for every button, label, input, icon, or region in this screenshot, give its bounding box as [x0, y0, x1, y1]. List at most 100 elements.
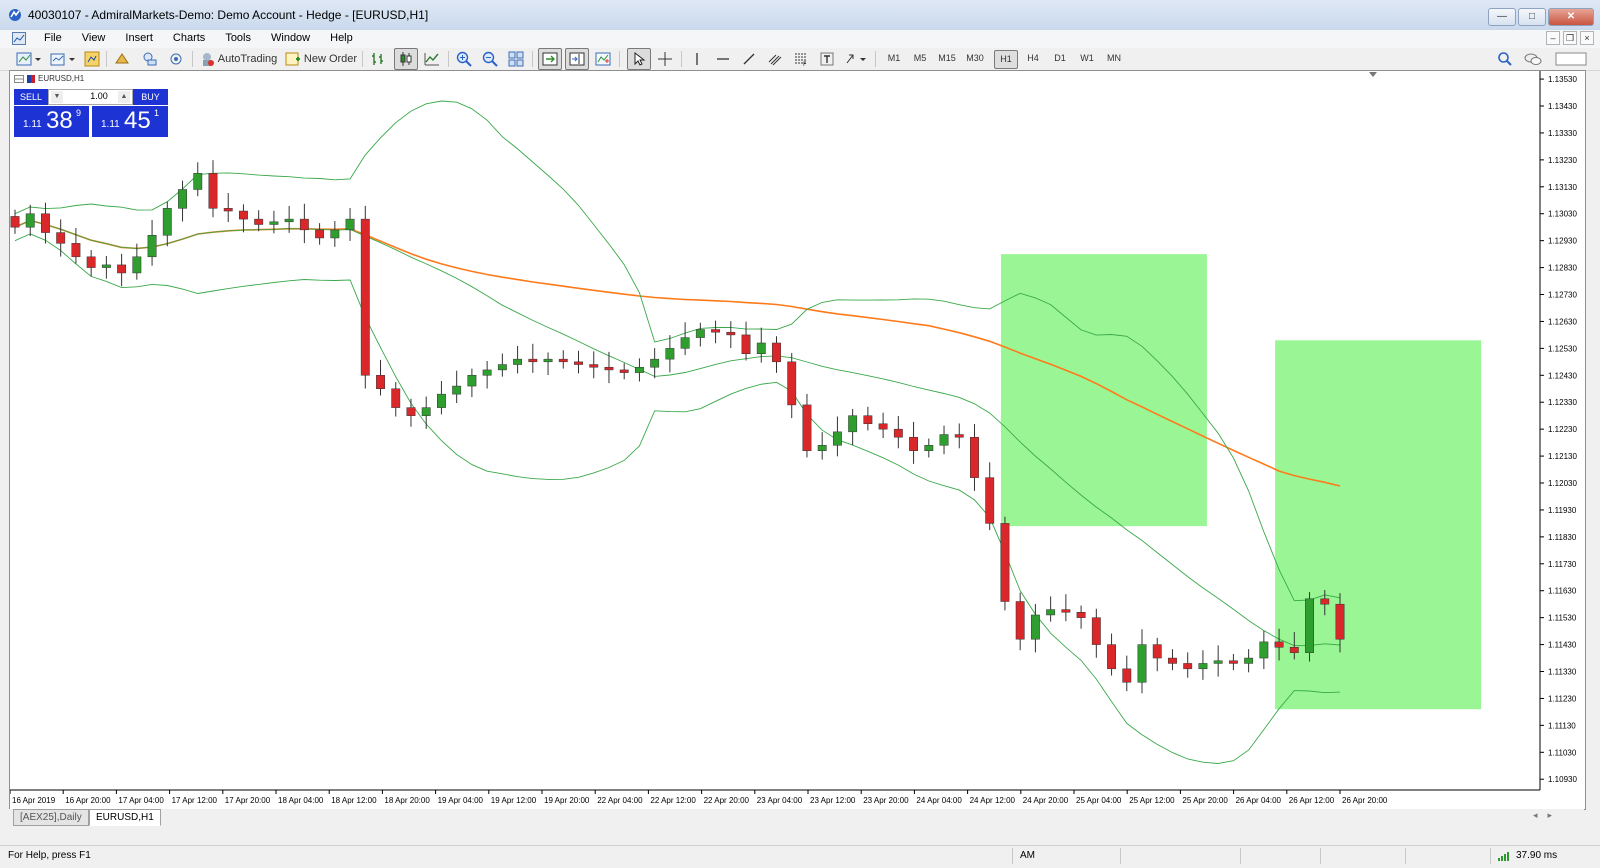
navigator-icon[interactable]: [112, 49, 132, 69]
timeframe-m30[interactable]: M30: [963, 50, 987, 67]
text-tool-icon[interactable]: [817, 49, 837, 69]
search-icon[interactable]: [1495, 49, 1515, 69]
horizontal-line-icon[interactable]: [713, 49, 733, 69]
bearish-candle: [56, 232, 66, 244]
signals-icon[interactable]: [166, 49, 186, 69]
price-tick-label: 1.11130: [1548, 721, 1576, 730]
volume-value[interactable]: 1.00: [79, 91, 119, 101]
bullish-candle: [25, 213, 35, 228]
title-bar: 40030107 - AdmiralMarkets-Demo: Demo Acc…: [0, 0, 1600, 31]
line-chart-icon[interactable]: [422, 49, 442, 69]
terminal-icon[interactable]: [140, 49, 160, 69]
trendline-icon[interactable]: [739, 49, 759, 69]
equidistant-channel-icon[interactable]: [765, 49, 785, 69]
mdi-minimize-button[interactable]: –: [1546, 31, 1560, 45]
tab-eurusd-h1[interactable]: EURUSD,H1: [89, 809, 161, 826]
menu-window[interactable]: Window: [261, 32, 320, 44]
menu-charts[interactable]: Charts: [163, 32, 215, 44]
zoom-out-icon[interactable]: [480, 49, 500, 69]
bearish-candle: [1061, 609, 1071, 613]
menu-file[interactable]: File: [34, 32, 72, 44]
menu-help[interactable]: Help: [320, 32, 363, 44]
time-tick-label: 22 Apr 20:00: [704, 796, 750, 805]
time-tick-label: 25 Apr 04:00: [1076, 796, 1122, 805]
mdi-close-button[interactable]: ×: [1580, 31, 1594, 45]
time-tick-label: 22 Apr 12:00: [650, 796, 696, 805]
bullish-candle: [680, 337, 690, 349]
minimize-button[interactable]: —: [1488, 8, 1516, 26]
chart-window-icon[interactable]: [12, 32, 26, 45]
bearish-candle: [1122, 668, 1132, 683]
bullish-candle: [178, 189, 187, 209]
bearish-candle: [1289, 647, 1299, 653]
indicators-icon[interactable]: [593, 49, 613, 69]
menu-insert[interactable]: Insert: [115, 32, 163, 44]
cursor-icon[interactable]: [627, 48, 651, 70]
new-order-button[interactable]: New Order: [284, 49, 358, 69]
zoom-in-icon[interactable]: [454, 49, 474, 69]
autoscroll-icon[interactable]: [538, 48, 562, 70]
timeframe-d1[interactable]: D1: [1049, 50, 1071, 67]
autotrading-button[interactable]: AutoTrading: [198, 49, 278, 69]
price-tick-label: 1.12830: [1548, 264, 1577, 273]
bearish-candle: [71, 243, 81, 258]
bar-chart-icon[interactable]: [368, 49, 388, 69]
timeframe-m1[interactable]: M1: [883, 50, 905, 67]
tile-windows-icon[interactable]: [506, 49, 526, 69]
volume-field[interactable]: ▼ 1.00 ▲: [48, 89, 133, 105]
bullish-candle: [147, 235, 157, 258]
community-input[interactable]: [1554, 49, 1588, 69]
menu-bar: File View Insert Charts Tools Window Hel…: [0, 30, 1600, 48]
time-tick-label: 16 Apr 2019: [12, 796, 56, 805]
fibonacci-icon[interactable]: F: [791, 49, 811, 69]
price-tick-label: 1.11830: [1548, 533, 1577, 542]
bearish-candle: [223, 208, 233, 212]
volume-increase-icon[interactable]: ▲: [118, 91, 130, 103]
sell-price-button[interactable]: 1.11 38 9: [14, 106, 89, 137]
chat-icon[interactable]: [1521, 49, 1545, 69]
arrows-dropdown-icon[interactable]: [843, 49, 869, 69]
timeframe-m5[interactable]: M5: [909, 50, 931, 67]
time-tick-label: 16 Apr 20:00: [65, 796, 111, 805]
flag-icon: [27, 74, 35, 83]
time-tick-label: 25 Apr 20:00: [1182, 796, 1228, 805]
market-watch-icon[interactable]: [82, 49, 102, 69]
bullish-candle: [1244, 657, 1254, 664]
menu-tools[interactable]: Tools: [215, 32, 261, 44]
time-tick-label: 19 Apr 12:00: [491, 796, 537, 805]
buy-price-button[interactable]: 1.11 45 1: [92, 106, 168, 137]
bullish-candle: [634, 366, 644, 373]
crosshair-icon[interactable]: [655, 49, 675, 69]
timeframe-w1[interactable]: W1: [1076, 50, 1098, 67]
volume-decrease-icon[interactable]: ▼: [51, 91, 63, 103]
mdi-restore-button[interactable]: ❐: [1563, 31, 1577, 45]
tab-scroll-arrows-icon[interactable]: ◂▸: [1533, 810, 1562, 821]
candlestick-chart-icon[interactable]: [394, 48, 418, 70]
buy-button[interactable]: BUY: [133, 89, 168, 105]
price-chart[interactable]: 1.13530 1.13430 1.13330 1.13230 1.13130 1.130…: [10, 71, 1585, 809]
bearish-candle: [315, 229, 325, 239]
bullish-candle: [513, 358, 523, 365]
vertical-line-icon[interactable]: [687, 49, 707, 69]
chart-shift-icon[interactable]: [565, 48, 589, 70]
tab-aex25-daily[interactable]: [AEX25],Daily: [13, 809, 89, 826]
time-tick-label: 23 Apr 12:00: [810, 796, 856, 805]
bearish-candle: [772, 342, 781, 363]
sell-button[interactable]: SELL: [14, 89, 48, 105]
timeframe-h1[interactable]: H1: [994, 50, 1018, 69]
bearish-candle: [41, 213, 50, 233]
time-tick-label: 26 Apr 12:00: [1289, 796, 1335, 805]
close-button[interactable]: ✕: [1548, 8, 1594, 26]
bearish-candle: [604, 366, 614, 371]
timeframe-h4[interactable]: H4: [1022, 50, 1044, 67]
timeframe-m15[interactable]: M15: [935, 50, 959, 67]
timeframe-mn[interactable]: MN: [1102, 50, 1126, 67]
maximize-button[interactable]: □: [1518, 8, 1546, 26]
window-title: 40030107 - AdmiralMarkets-Demo: Demo Acc…: [28, 8, 429, 22]
bullish-candle: [817, 445, 827, 451]
profiles-icon[interactable]: [48, 49, 78, 69]
menu-view[interactable]: View: [72, 32, 116, 44]
chart-window[interactable]: 1.13530 1.13430 1.13330 1.13230 1.13130 1.130…: [9, 70, 1586, 810]
new-chart-icon[interactable]: [14, 49, 44, 69]
price-tick-label: 1.12230: [1548, 425, 1577, 434]
